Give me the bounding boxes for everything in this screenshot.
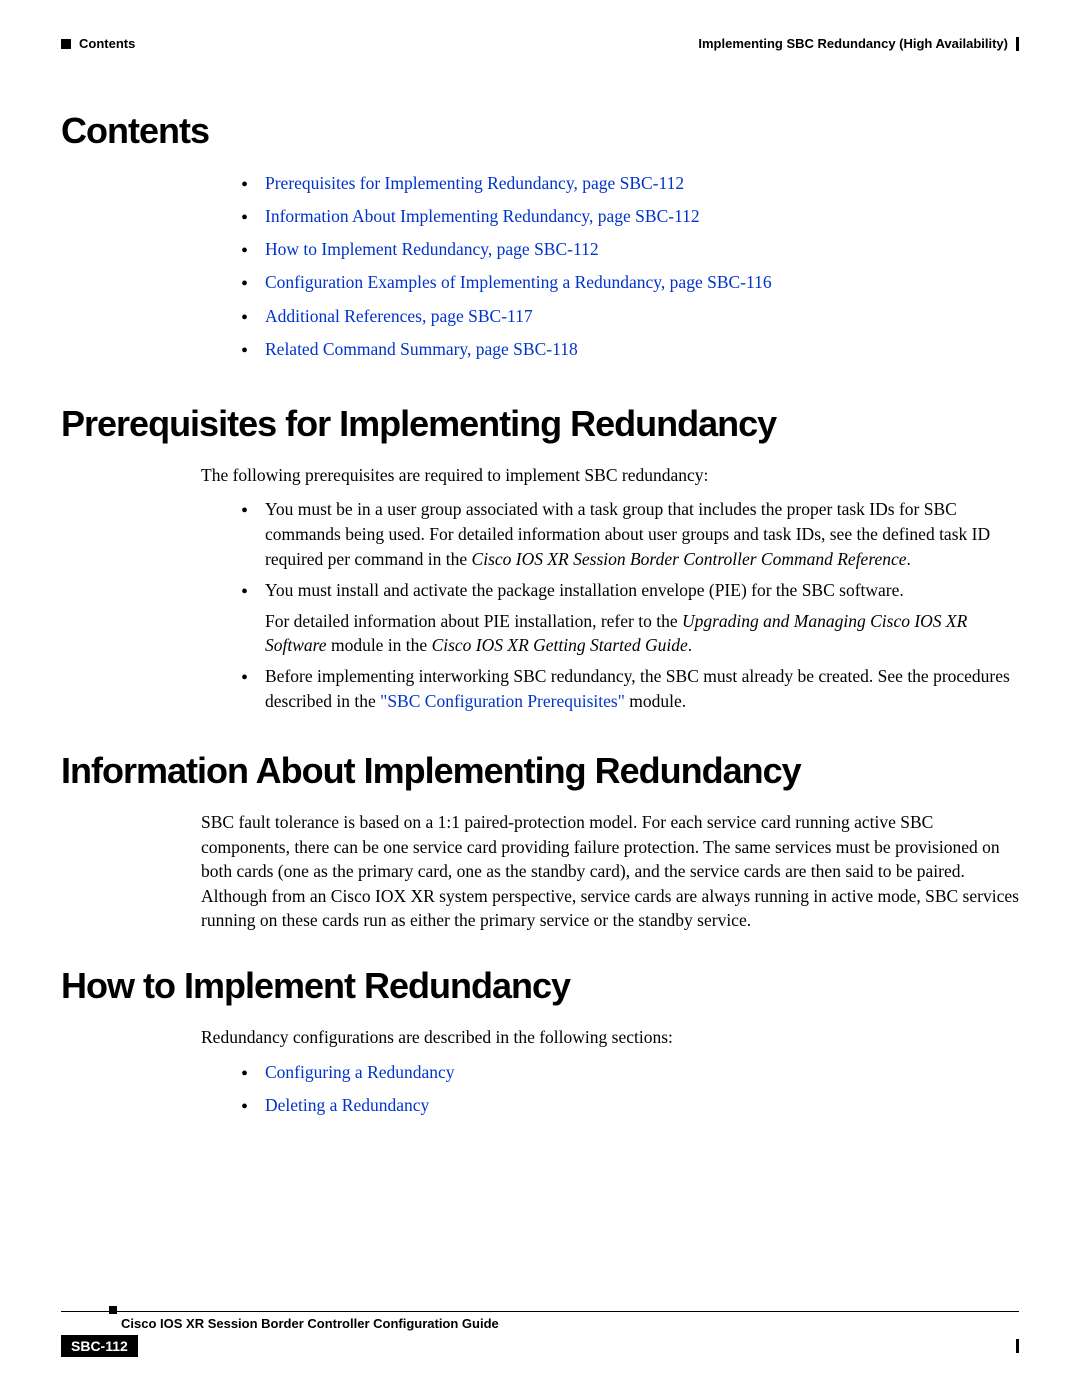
italic-text: Cisco IOS XR Getting Started Guide xyxy=(432,635,688,655)
text: module in the xyxy=(327,635,432,655)
text: . xyxy=(688,635,692,655)
header-right: Implementing SBC Redundancy (High Availa… xyxy=(698,36,1019,51)
contents-link[interactable]: Information About Implementing Redundanc… xyxy=(265,206,700,226)
text: . xyxy=(907,549,911,569)
contents-link[interactable]: Prerequisites for Implementing Redundanc… xyxy=(265,173,684,193)
footer-guide-title: Cisco IOS XR Session Border Controller C… xyxy=(61,1316,1019,1331)
contents-list: Prerequisites for Implementing Redundanc… xyxy=(61,170,1019,363)
contents-link-item: How to Implement Redundancy, page SBC-11… xyxy=(241,236,1019,263)
prereq-item-1: You must be in a user group associated w… xyxy=(241,497,1019,572)
contents-link[interactable]: Configuration Examples of Implementing a… xyxy=(265,272,772,292)
howto-link-item: Configuring a Redundancy xyxy=(241,1059,1019,1086)
prereq-heading: Prerequisites for Implementing Redundanc… xyxy=(61,403,1019,445)
footer-rule xyxy=(61,1311,1019,1312)
contents-link-item: Prerequisites for Implementing Redundanc… xyxy=(241,170,1019,197)
howto-link[interactable]: Deleting a Redundancy xyxy=(265,1095,429,1115)
info-heading: Information About Implementing Redundanc… xyxy=(61,750,1019,792)
header-left: Contents xyxy=(61,36,135,51)
square-bullet-icon xyxy=(61,39,71,49)
howto-link-item: Deleting a Redundancy xyxy=(241,1092,1019,1119)
italic-text: Cisco IOS XR Session Border Controller C… xyxy=(472,549,907,569)
howto-heading: How to Implement Redundancy xyxy=(61,965,1019,1007)
contents-link-item: Configuration Examples of Implementing a… xyxy=(241,269,1019,296)
page-number-badge: SBC-112 xyxy=(61,1335,138,1357)
howto-intro: Redundancy configurations are described … xyxy=(61,1025,1019,1050)
prereq-intro: The following prerequisites are required… xyxy=(61,463,1019,488)
contents-link-item: Related Command Summary, page SBC-118 xyxy=(241,336,1019,363)
sbc-config-link[interactable]: "SBC Configuration Prerequisites" xyxy=(380,691,625,711)
footer-row: SBC-112 xyxy=(61,1335,1019,1357)
prereq-item-2: You must install and activate the packag… xyxy=(241,578,1019,659)
text: module. xyxy=(625,691,686,711)
contents-link[interactable]: Additional References, page SBC-117 xyxy=(265,306,533,326)
vertical-bar-icon xyxy=(1016,1339,1019,1353)
howto-list: Configuring a Redundancy Deleting a Redu… xyxy=(61,1059,1019,1119)
prereq-item-3: Before implementing interworking SBC red… xyxy=(241,664,1019,714)
vertical-bar-icon xyxy=(1016,37,1019,51)
contents-link-item: Information About Implementing Redundanc… xyxy=(241,203,1019,230)
sub-paragraph: For detailed information about PIE insta… xyxy=(265,609,1019,659)
howto-link[interactable]: Configuring a Redundancy xyxy=(265,1062,455,1082)
header-left-text: Contents xyxy=(79,36,135,51)
contents-link-item: Additional References, page SBC-117 xyxy=(241,303,1019,330)
page-footer: Cisco IOS XR Session Border Controller C… xyxy=(61,1311,1019,1357)
prereq-list: You must be in a user group associated w… xyxy=(61,497,1019,714)
text: For detailed information about PIE insta… xyxy=(265,611,682,631)
contents-link[interactable]: Related Command Summary, page SBC-118 xyxy=(265,339,578,359)
header-right-text: Implementing SBC Redundancy (High Availa… xyxy=(698,36,1008,51)
page-header: Contents Implementing SBC Redundancy (Hi… xyxy=(61,36,1019,51)
info-body: SBC fault tolerance is based on a 1:1 pa… xyxy=(61,810,1019,933)
text: You must install and activate the packag… xyxy=(265,580,904,600)
contents-link[interactable]: How to Implement Redundancy, page SBC-11… xyxy=(265,239,599,259)
contents-heading: Contents xyxy=(61,110,1019,152)
